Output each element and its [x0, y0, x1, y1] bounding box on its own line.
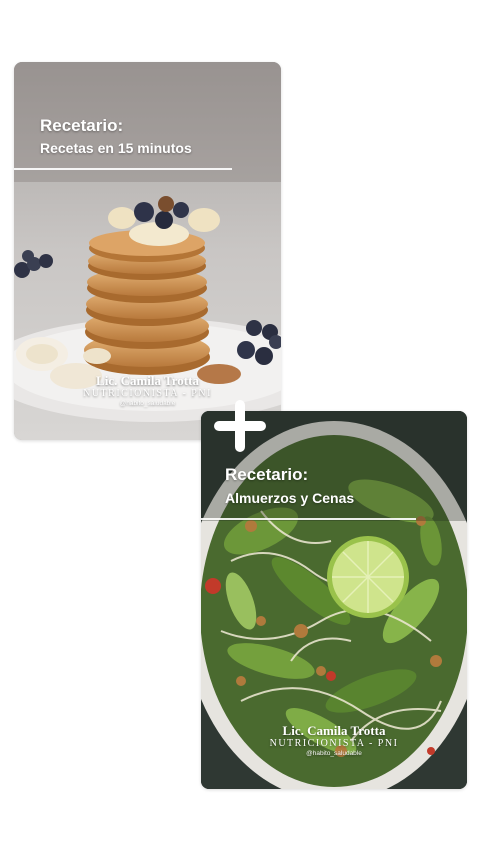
author-role: NUTRICIONISTA - PNI [269, 738, 399, 749]
author-name: Lic. Camila Trotta [282, 723, 386, 738]
recipe-card-lunch-dinner[interactable]: Recetario: Almuerzos y Cenas Lic. Camila… [201, 411, 467, 789]
title-divider [201, 518, 416, 520]
card-title: Recetario: [40, 116, 124, 135]
recipe-card-15-minutes[interactable]: Recetario: Recetas en 15 minutos Lic. Ca… [14, 62, 281, 440]
author-brand: Lic. Camila Trotta NUTRICIONISTA - PNI @… [201, 723, 467, 757]
plus-icon [214, 400, 266, 452]
card-title: Recetario: [225, 465, 309, 484]
title-divider [14, 168, 232, 170]
author-handle: @habito_saludable [306, 750, 362, 757]
card-subtitle: Recetas en 15 minutos [40, 140, 192, 156]
author-name: Lic. Camila Trotta [96, 373, 199, 388]
card-subtitle: Almuerzos y Cenas [225, 490, 355, 506]
